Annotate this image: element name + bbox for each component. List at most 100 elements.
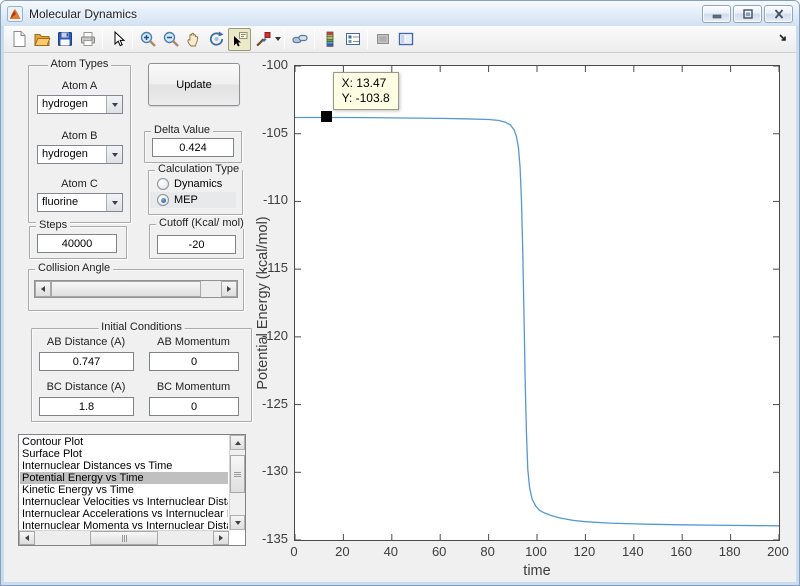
scroll-down-button[interactable] bbox=[230, 515, 245, 530]
open-folder-button[interactable] bbox=[30, 28, 53, 51]
cutoff-field[interactable] bbox=[157, 235, 236, 254]
radio-mep[interactable]: MEP bbox=[150, 192, 236, 208]
toolbar-overflow-button[interactable] bbox=[779, 30, 789, 48]
datatip-marker[interactable] bbox=[321, 111, 332, 122]
hide-plot-tools-icon bbox=[374, 30, 392, 48]
close-button[interactable] bbox=[764, 5, 793, 23]
y-tick-label: -130 bbox=[244, 463, 288, 478]
pan-tool-button[interactable] bbox=[182, 28, 205, 51]
x-tick-label: 80 bbox=[466, 544, 510, 559]
print-icon bbox=[79, 30, 97, 48]
insert-colorbar-icon bbox=[321, 30, 339, 48]
figure-toolbar bbox=[4, 26, 796, 53]
insert-legend-icon bbox=[344, 30, 362, 48]
hide-plot-tools-button[interactable] bbox=[371, 28, 394, 51]
collision-angle-slider[interactable] bbox=[34, 280, 238, 298]
print-button[interactable] bbox=[76, 28, 99, 51]
ab-momentum-field[interactable] bbox=[149, 352, 239, 371]
update-button[interactable]: Update bbox=[148, 63, 240, 106]
x-tick-label: 180 bbox=[708, 544, 752, 559]
arrow-left-icon bbox=[25, 535, 29, 541]
list-item[interactable]: Potential Energy vs Time bbox=[20, 472, 228, 484]
steps-field[interactable] bbox=[37, 234, 117, 253]
app-window: Molecular Dynamics bbox=[0, 0, 800, 586]
y-tick-label: -115 bbox=[244, 260, 288, 275]
maximize-button[interactable] bbox=[733, 5, 762, 23]
slider-right-arrow[interactable] bbox=[221, 281, 237, 297]
brush-tool-button[interactable] bbox=[251, 28, 274, 51]
ab-distance-label: AB Distance (A) bbox=[36, 336, 136, 348]
atom-a-dropdown[interactable]: hydrogen bbox=[37, 95, 123, 114]
save-icon bbox=[56, 30, 74, 48]
potential-energy-curve bbox=[295, 66, 779, 540]
list-item[interactable]: Internuclear Velocities vs Internuclear … bbox=[20, 496, 228, 508]
zoom-in-icon bbox=[139, 30, 157, 48]
collision-angle-title: Collision Angle bbox=[35, 262, 113, 274]
atom-a-dropdown-button[interactable] bbox=[106, 96, 122, 113]
toolbar-overflow-icon bbox=[779, 33, 789, 43]
radio-icon bbox=[157, 178, 169, 190]
slider-left-arrow[interactable] bbox=[35, 281, 51, 297]
atom-b-dropdown[interactable]: hydrogen bbox=[37, 145, 123, 164]
atom-c-dropdown-button[interactable] bbox=[106, 194, 122, 211]
vertical-scroll-thumb[interactable] bbox=[230, 455, 245, 493]
bc-distance-label: BC Distance (A) bbox=[36, 381, 136, 393]
show-plot-tools-icon bbox=[397, 30, 415, 48]
link-plots-icon bbox=[291, 30, 309, 48]
x-tick-label: 0 bbox=[272, 544, 316, 559]
zoom-in-button[interactable] bbox=[136, 28, 159, 51]
atom-b-value: hydrogen bbox=[38, 146, 106, 163]
atom-c-dropdown[interactable]: fluorine bbox=[37, 193, 123, 212]
plot-type-listbox[interactable]: Contour PlotSurface PlotInternuclear Dis… bbox=[18, 434, 246, 546]
list-item[interactable]: Internuclear Distances vs Time bbox=[20, 460, 228, 472]
rotate-3d-icon bbox=[208, 30, 226, 48]
plot-axes[interactable] bbox=[294, 65, 780, 541]
ab-distance-field[interactable] bbox=[39, 352, 134, 371]
scroll-right-button[interactable] bbox=[213, 531, 229, 545]
list-item[interactable]: Contour Plot bbox=[20, 436, 228, 448]
calculation-type-title: Calculation Type bbox=[155, 163, 242, 175]
open-folder-icon bbox=[33, 30, 51, 48]
minimize-icon bbox=[711, 9, 723, 19]
list-item[interactable]: Internuclear Momenta vs Internuclear Dis… bbox=[20, 520, 228, 529]
y-tick-label: -120 bbox=[244, 328, 288, 343]
zoom-out-button[interactable] bbox=[159, 28, 182, 51]
rotate-3d-button[interactable] bbox=[205, 28, 228, 51]
list-item[interactable]: Internuclear Accelerations vs Internucle… bbox=[20, 508, 228, 520]
cutoff-title: Cutoff (Kcal/ mol) bbox=[156, 217, 247, 229]
listbox-horizontal-scrollbar[interactable] bbox=[19, 530, 229, 545]
list-item[interactable]: Kinetic Energy vs Time bbox=[20, 484, 228, 496]
list-item[interactable]: Surface Plot bbox=[20, 448, 228, 460]
delta-value-field[interactable] bbox=[152, 138, 234, 157]
datatip-x: X: 13.47 bbox=[342, 76, 387, 90]
ab-momentum-label: AB Momentum bbox=[146, 336, 241, 348]
minimize-button[interactable] bbox=[702, 5, 731, 23]
thumb-grip bbox=[122, 532, 127, 544]
listbox-vertical-scrollbar[interactable] bbox=[229, 435, 245, 530]
bc-distance-field[interactable] bbox=[39, 397, 134, 416]
arrow-down-icon bbox=[235, 521, 241, 525]
insert-colorbar-button[interactable] bbox=[318, 28, 341, 51]
radio-dynamics[interactable]: Dynamics bbox=[150, 176, 236, 192]
new-document-button[interactable] bbox=[7, 28, 30, 51]
bc-momentum-field[interactable] bbox=[149, 397, 239, 416]
save-button[interactable] bbox=[53, 28, 76, 51]
pointer-tool-button[interactable] bbox=[106, 28, 129, 51]
titlebar[interactable]: Molecular Dynamics bbox=[1, 1, 799, 26]
h-scroll-track[interactable] bbox=[158, 531, 213, 545]
brush-icon bbox=[254, 30, 272, 48]
atom-b-dropdown-button[interactable] bbox=[106, 146, 122, 163]
slider-thumb[interactable] bbox=[51, 281, 201, 297]
scroll-left-button[interactable] bbox=[19, 531, 35, 545]
insert-legend-button[interactable] bbox=[341, 28, 364, 51]
show-plot-tools-button[interactable] bbox=[394, 28, 417, 51]
brush-dropdown-caret[interactable] bbox=[275, 37, 281, 41]
x-tick-label: 60 bbox=[417, 544, 461, 559]
horizontal-scroll-thumb[interactable] bbox=[90, 531, 158, 545]
link-plots-button[interactable] bbox=[288, 28, 311, 51]
h-scroll-track[interactable] bbox=[35, 531, 90, 545]
slider-track[interactable] bbox=[201, 281, 221, 297]
scroll-up-button[interactable] bbox=[230, 435, 245, 450]
data-cursor-button[interactable] bbox=[228, 28, 251, 51]
matlab-app-icon bbox=[7, 6, 23, 22]
